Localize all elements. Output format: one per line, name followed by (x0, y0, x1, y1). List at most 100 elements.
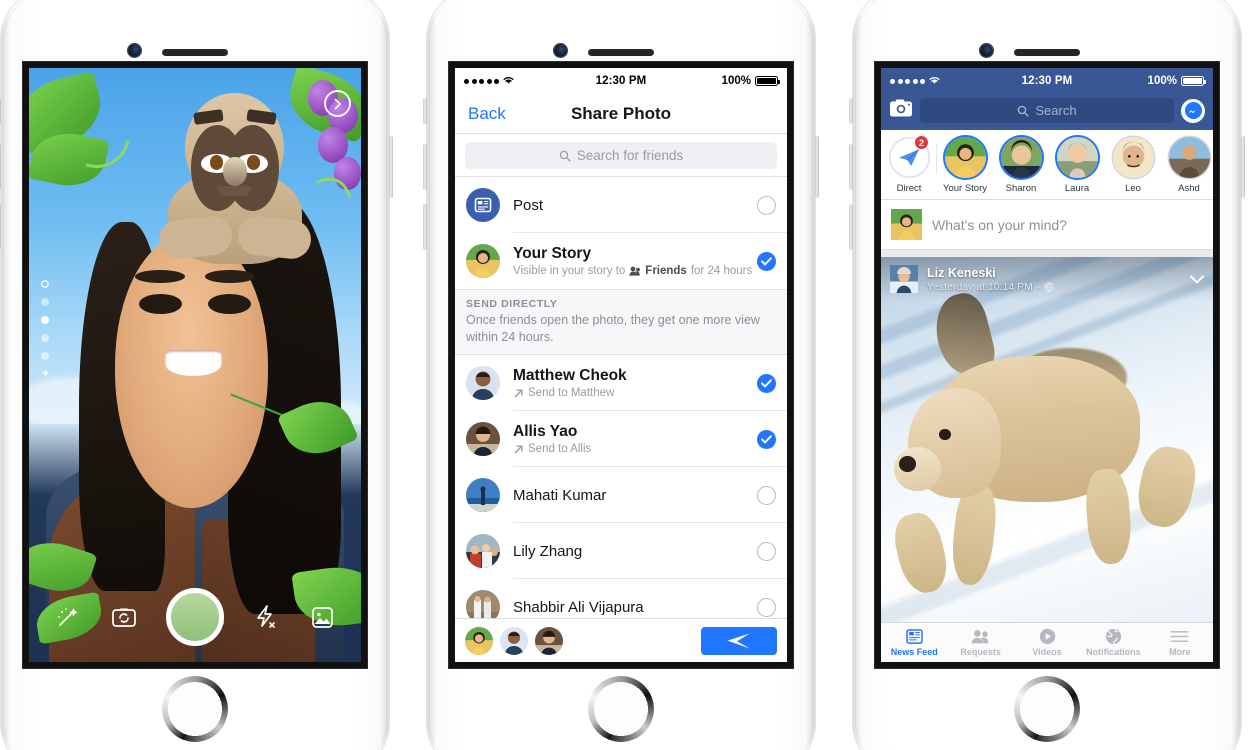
friend-row-matthew-cheok[interactable]: Matthew Cheok Send to Matthew (455, 355, 787, 411)
effect-dot[interactable] (41, 352, 49, 361)
front-camera-icon (980, 44, 993, 57)
tab-videos[interactable]: Videos (1014, 628, 1080, 657)
story-label: Laura (1064, 183, 1090, 194)
volume-down-button[interactable] (0, 204, 1, 250)
friend-row-allis-yao[interactable]: Allis Yao Send to Allis (455, 411, 787, 467)
send-button[interactable] (701, 626, 777, 655)
post-menu-button[interactable] (1190, 271, 1204, 288)
phone-share-photo: 12:30 PM 100% Back Share Photo Search fo… (423, 0, 819, 750)
news-feed-screen: 12:30 PM 100% Search 2 Direct Your Story… (881, 68, 1213, 662)
story-item-laura[interactable]: Laura (1049, 137, 1105, 194)
friend-radio[interactable] (757, 597, 776, 617)
tab-more[interactable]: More (1147, 628, 1213, 657)
search-placeholder: Search for friends (576, 148, 684, 163)
share-option-post[interactable]: Post (455, 177, 787, 233)
power-button[interactable] (1241, 136, 1245, 198)
share-option-your-story[interactable]: Your Story Visible in your story to Frie… (455, 233, 787, 289)
send-arrow-icon (727, 632, 750, 649)
avatar (466, 422, 500, 456)
friend-name: Matthew Cheok (513, 367, 627, 384)
story-item-your-story[interactable]: Your Story (937, 137, 993, 194)
story-item-ashd[interactable]: Ashd (1161, 137, 1213, 194)
section-title: SEND DIRECTLY (466, 298, 558, 310)
subject-brow-left (135, 269, 186, 284)
search-input[interactable]: Search for friends (465, 142, 777, 169)
tab-notifications[interactable]: Notifications (1080, 628, 1146, 657)
volume-up-button[interactable] (423, 144, 427, 190)
friend-radio[interactable] (757, 485, 776, 505)
share-option-subtitle: Visible in your story to Friends for 24 … (513, 265, 757, 277)
story-item-leo[interactable]: Leo (1105, 137, 1161, 194)
story-label: Sharon (1005, 183, 1037, 194)
your-story-radio-selected[interactable] (757, 251, 776, 271)
effects-button[interactable] (52, 602, 82, 632)
selected-recipient-avatar[interactable] (500, 626, 528, 655)
tab-requests[interactable]: Requests (947, 628, 1013, 657)
effect-dot-active[interactable] (41, 316, 49, 325)
home-button[interactable] (590, 678, 652, 740)
wifi-icon (928, 75, 941, 88)
volume-up-button[interactable] (849, 144, 853, 190)
camera-button[interactable] (889, 98, 913, 123)
front-camera-icon (128, 44, 141, 57)
effect-dot[interactable] (41, 280, 49, 288)
friend-meta: Shabbir Ali Vijapura (513, 599, 757, 616)
camera-screen: ✦ (29, 68, 361, 662)
share-option-label: Post (513, 196, 544, 214)
effect-dot-sparkle[interactable]: ✦ (41, 369, 50, 380)
home-button[interactable] (1016, 678, 1078, 740)
mute-switch[interactable] (849, 98, 853, 124)
friend-meta: Matthew Cheok Send to Matthew (513, 367, 757, 399)
effect-dot[interactable] (41, 334, 49, 343)
volume-down-button[interactable] (849, 204, 853, 250)
friend-radio-selected[interactable] (757, 373, 776, 393)
friend-radio-selected[interactable] (757, 429, 776, 449)
power-button[interactable] (815, 136, 819, 198)
status-composer[interactable]: What's on your mind? (881, 200, 1213, 250)
selected-recipient-avatar[interactable] (465, 626, 493, 655)
stories-tray[interactable]: 2 Direct Your Story Sharon Laura Leo Ash… (881, 130, 1213, 200)
home-button[interactable] (164, 678, 226, 740)
flash-button[interactable] (251, 602, 281, 632)
volume-up-button[interactable] (0, 144, 1, 190)
friend-row-lily-zhang[interactable]: Lily Zhang (455, 523, 787, 579)
effect-dot[interactable] (41, 298, 49, 307)
status-signal (890, 75, 994, 88)
post-time-text: Yesterday at 10:14 PM (927, 280, 1033, 293)
battery-icon (1180, 75, 1207, 87)
post-radio[interactable] (757, 195, 776, 215)
post-author-avatar[interactable] (890, 265, 918, 293)
check-icon (761, 434, 772, 443)
mute-switch[interactable] (423, 98, 427, 124)
volume-down-button[interactable] (423, 204, 427, 250)
story-label: Direct (896, 183, 922, 194)
selected-recipient-avatar[interactable] (535, 626, 563, 655)
camera-toolbar (29, 580, 361, 654)
search-placeholder: Search (1035, 103, 1077, 118)
power-button[interactable] (389, 136, 393, 198)
tab-news-feed[interactable]: News Feed (881, 628, 947, 657)
video-play-icon (1014, 628, 1080, 645)
camera-rotate-icon (112, 608, 137, 627)
post-photo[interactable] (881, 257, 1213, 622)
phone-news-feed: 12:30 PM 100% Search 2 Direct Your Story… (849, 0, 1245, 750)
back-button[interactable]: Back (468, 104, 506, 124)
chevron-right-icon (334, 98, 341, 109)
search-input[interactable]: Search (920, 98, 1174, 123)
post-author-name: Liz Keneski (927, 265, 996, 280)
flip-camera-button[interactable] (109, 602, 139, 632)
story-avatar (1000, 137, 1042, 178)
story-item-direct[interactable]: 2 Direct (881, 135, 937, 194)
next-effect-button[interactable] (324, 90, 351, 117)
camera-icon (890, 99, 912, 117)
gallery-button[interactable] (308, 602, 338, 632)
mute-switch[interactable] (0, 98, 1, 124)
friend-row-mahati-kumar[interactable]: Mahati Kumar (455, 467, 787, 523)
story-label: Ashd (1178, 183, 1200, 194)
status-signal (464, 75, 568, 88)
effect-carousel-indicator[interactable]: ✦ (41, 280, 50, 380)
messenger-button[interactable] (1181, 98, 1205, 123)
story-item-sharon[interactable]: Sharon (993, 137, 1049, 194)
shutter-button[interactable] (165, 588, 224, 646)
friend-radio[interactable] (757, 541, 776, 561)
